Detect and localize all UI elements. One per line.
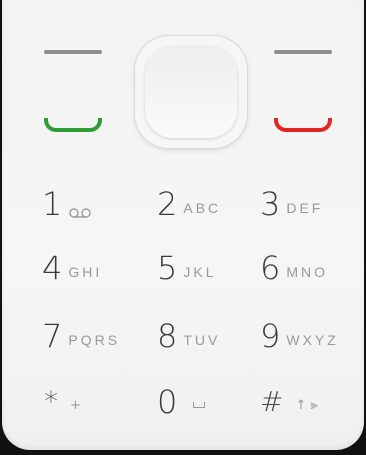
hash-symbol: # xyxy=(260,385,284,418)
key-hash[interactable]: # ↑ ⪢ xyxy=(260,384,318,420)
voicemail-icon xyxy=(68,203,94,218)
navigation-dpad[interactable] xyxy=(135,36,247,148)
plus-symbol: + xyxy=(70,398,81,413)
key-digit: 3 xyxy=(260,185,281,223)
key-4[interactable]: 4 GHI xyxy=(42,250,102,286)
key-digit: 8 xyxy=(157,317,178,355)
call-button[interactable] xyxy=(44,118,102,132)
key-letters: TUV xyxy=(183,332,221,348)
phone-keypad: 1 2 ABC 3 DEF 4 GHI 5 JKL 6 MNO 7 PQRS 8… xyxy=(0,0,366,455)
key-digit: 4 xyxy=(42,249,63,287)
key-letters: PQRS xyxy=(68,332,121,348)
key-9[interactable]: 9 WXYZ xyxy=(260,318,339,354)
key-digit: 0 xyxy=(157,383,178,421)
phone-body: 1 2 ABC 3 DEF 4 GHI 5 JKL 6 MNO 7 PQRS 8… xyxy=(2,0,364,450)
key-letters: WXYZ xyxy=(286,332,339,348)
right-softkey-button[interactable] xyxy=(274,50,332,54)
end-call-button[interactable] xyxy=(274,118,332,132)
key-5[interactable]: 5 JKL xyxy=(157,250,216,286)
key-letters: JKL xyxy=(183,264,217,280)
key-2[interactable]: 2 ABC xyxy=(157,186,221,222)
key-digit: 7 xyxy=(42,317,63,355)
key-1[interactable]: 1 xyxy=(42,186,94,222)
key-letters: MNO xyxy=(286,264,329,280)
key-letters: GHI xyxy=(68,264,103,280)
key-digit: 5 xyxy=(157,249,178,287)
key-star[interactable]: * + xyxy=(44,384,81,420)
star-symbol: * xyxy=(44,385,58,418)
key-digit: 9 xyxy=(260,317,281,355)
key-digit: 2 xyxy=(157,185,178,223)
key-6[interactable]: 6 MNO xyxy=(260,250,328,286)
left-softkey-button[interactable] xyxy=(44,50,102,54)
center-select-button[interactable] xyxy=(145,46,237,138)
key-digit: 6 xyxy=(260,249,281,287)
key-letters: ABC xyxy=(183,200,222,216)
key-7[interactable]: 7 PQRS xyxy=(42,318,120,354)
shift-mode-symbols: ↑ ⪢ xyxy=(295,398,318,413)
key-letters: DEF xyxy=(286,200,324,216)
key-0[interactable]: 0 xyxy=(157,383,206,421)
key-digit: 1 xyxy=(42,185,63,223)
key-8[interactable]: 8 TUV xyxy=(157,318,220,354)
key-3[interactable]: 3 DEF xyxy=(260,186,323,222)
space-icon xyxy=(193,402,206,408)
